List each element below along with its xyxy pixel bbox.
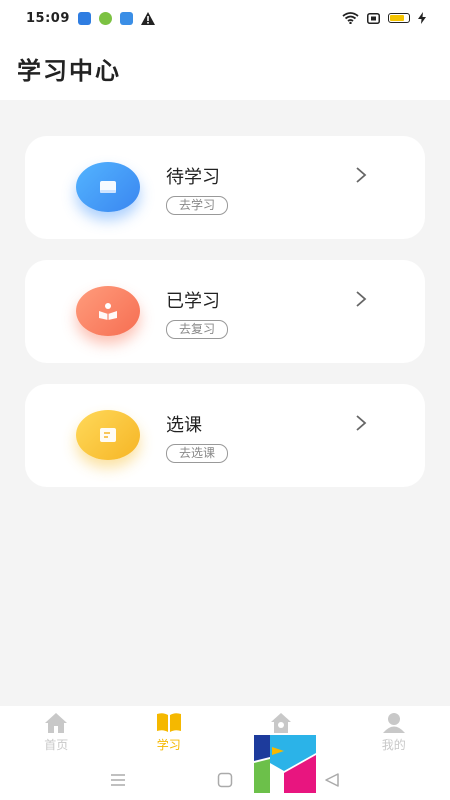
tab-mine[interactable]: 我的 [338,706,450,762]
page-title: 学习中心 [17,56,121,85]
card-title: 待学习 [166,167,220,188]
tab-study[interactable]: 学习 [113,706,226,762]
menu-icon[interactable] [110,773,126,787]
notification-app-icon [119,11,133,25]
card-select-course[interactable]: 选课 去选课 [25,384,425,487]
bottom-tab-bar: 首页 学习 我的 [0,706,450,762]
notification-app-icon [77,11,91,25]
card-studied[interactable]: 已学习 去复习 [25,260,425,363]
chevron-right-icon [356,167,367,183]
warning-icon [140,11,155,25]
person-icon [382,713,405,733]
home-square-icon[interactable] [217,772,233,788]
book-icon [76,162,140,212]
house-icon [271,713,292,733]
sim-icon [367,12,380,24]
tab-label: 我的 [381,738,406,752]
document-icon [76,410,140,460]
charging-icon [418,12,426,24]
status-left: 15:09 [26,11,155,26]
card-title: 选课 [166,415,202,436]
notification-app-icon [98,11,112,25]
wifi-icon [342,12,359,24]
go-study-button[interactable]: 去学习 [166,196,229,215]
battery-icon [388,13,410,23]
go-review-button[interactable]: 去复习 [166,320,229,339]
reader-icon [76,286,140,336]
status-bar: 15:09 [0,0,450,36]
card-title: 已学习 [166,291,220,312]
home-icon [45,713,68,733]
tab-home[interactable]: 首页 [0,706,113,762]
watermark-logo-icon [254,735,316,793]
chevron-right-icon [356,291,367,307]
status-time: 15:09 [26,10,70,26]
chevron-right-icon [356,415,367,431]
back-icon[interactable] [324,772,340,788]
go-select-course-button[interactable]: 去选课 [166,444,229,463]
tab-label: 学习 [156,738,181,752]
open-book-icon [156,713,181,732]
system-nav-bar [0,762,450,800]
tab-label: 首页 [44,738,69,752]
card-pending-study[interactable]: 待学习 去学习 [25,136,425,239]
app-header: 学习中心 [0,36,450,100]
status-right [342,12,426,24]
